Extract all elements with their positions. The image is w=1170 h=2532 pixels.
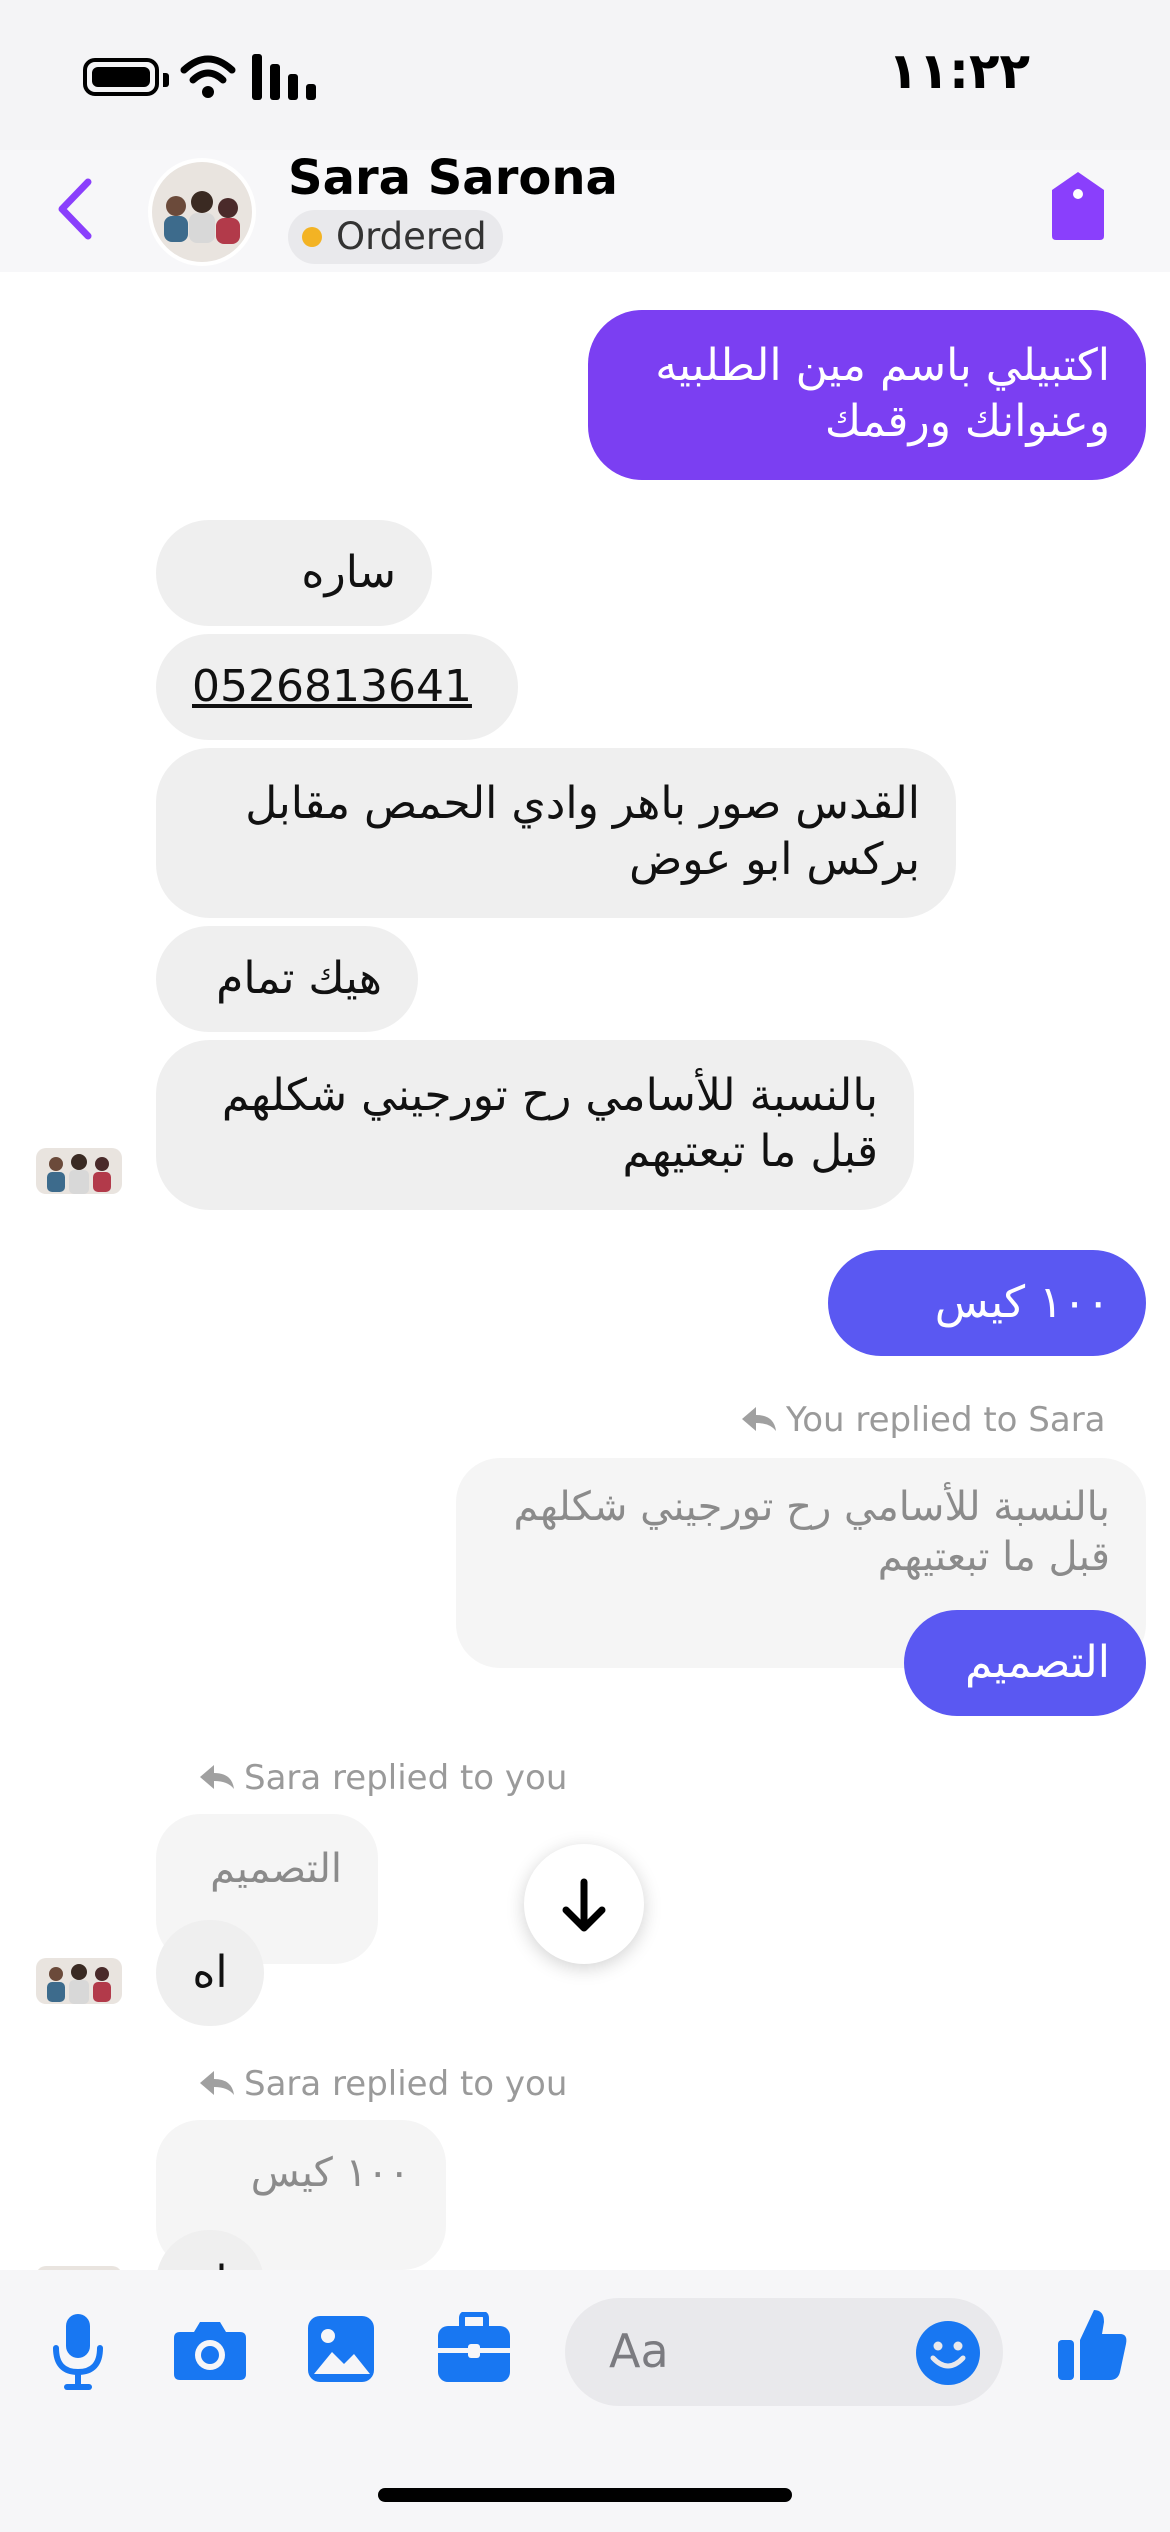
home-indicator [378, 2488, 792, 2502]
composer-bar: Aa [0, 2270, 1170, 2532]
reply-indicator: You replied to Sara [740, 1400, 1106, 1440]
chat-header: Sara Sarona Ordered [0, 150, 1170, 272]
message-list[interactable]: اكتبيلي باسم مين الطلبيه وعنوانك ورقمك س… [0, 272, 1170, 2270]
contact-name[interactable]: Sara Sarona [288, 150, 618, 206]
reply-icon [200, 1765, 234, 1789]
status-bar: ١١:٢٢ [0, 0, 1170, 150]
scroll-to-bottom-button[interactable] [524, 1844, 644, 1964]
gallery-icon[interactable] [306, 2314, 376, 2384]
contact-avatar[interactable] [148, 158, 256, 266]
message-incoming[interactable]: هيك تمام [156, 926, 418, 1032]
reply-icon [200, 2071, 234, 2095]
message-phone-link[interactable]: 0526813641 [156, 634, 518, 740]
sender-avatar[interactable] [36, 1958, 122, 2004]
message-input-placeholder: Aa [609, 2324, 669, 2378]
sender-avatar[interactable] [36, 1148, 122, 1194]
emoji-icon[interactable] [915, 2320, 981, 2386]
message-outgoing[interactable]: اكتبيلي باسم مين الطلبيه وعنوانك ورقمك [588, 310, 1146, 480]
thumbs-up-icon[interactable] [1056, 2306, 1128, 2382]
message-incoming[interactable]: القدس صور باهر وادي الحمص مقابل بركس ابو… [156, 748, 956, 918]
camera-icon[interactable] [172, 2318, 248, 2382]
mic-icon[interactable] [50, 2312, 106, 2392]
reply-indicator: Sara replied to you [198, 2064, 567, 2104]
wifi-icon [180, 55, 236, 98]
back-chevron-icon[interactable] [50, 174, 100, 244]
message-outgoing[interactable]: التصميم [904, 1610, 1146, 1716]
message-incoming[interactable]: اه [156, 1920, 264, 2026]
tag-icon[interactable] [1048, 170, 1108, 242]
arrow-down-icon [562, 1878, 606, 1932]
status-dot [302, 227, 322, 247]
message-input[interactable]: Aa [565, 2298, 1003, 2406]
status-label: Ordered [336, 215, 487, 258]
reply-icon [742, 1407, 776, 1431]
reply-indicator: Sara replied to you [198, 1758, 567, 1798]
order-status-badge[interactable]: Ordered [288, 210, 503, 264]
message-outgoing[interactable]: ١٠٠ كيس صح [828, 1250, 1146, 1434]
status-time: ١١:٢٢ [887, 42, 1030, 100]
briefcase-icon[interactable] [436, 2312, 512, 2384]
battery-icon [83, 58, 169, 96]
signal-icon [252, 54, 316, 100]
message-incoming[interactable]: بالنسبة للأسامي رح تورجيني شكلهم قبل ما … [156, 1040, 914, 1210]
message-incoming[interactable]: ساره اسمر [156, 520, 432, 704]
